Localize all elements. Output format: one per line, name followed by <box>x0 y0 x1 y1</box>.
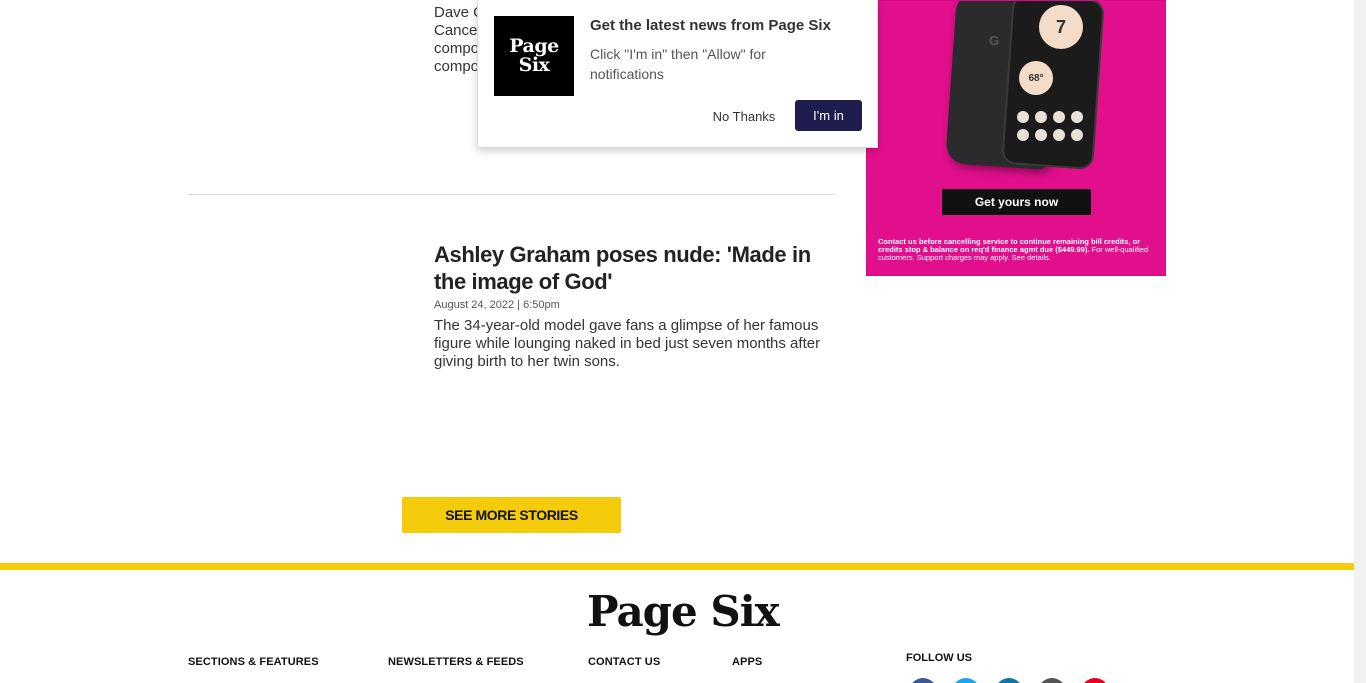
app-icon <box>1017 111 1029 123</box>
follow-us-heading: FOLLOW US <box>906 652 972 664</box>
weather-widget: 68° <box>1019 61 1053 95</box>
footer-heading-contact: CONTACT US <box>588 656 661 668</box>
clock-widget: 7 <box>1039 5 1083 49</box>
social-links <box>909 678 1109 683</box>
footer-accent-bar <box>0 563 1354 570</box>
app-icons <box>1017 111 1083 141</box>
facebook-icon[interactable] <box>909 678 937 683</box>
app-icon <box>1017 129 1029 141</box>
footer-heading-apps: APPS <box>732 656 763 668</box>
app-icon <box>1071 129 1083 141</box>
ad-cta-button[interactable]: Get yours now <box>942 189 1091 215</box>
footer-heading-sections: SECTIONS & FEATURES <box>188 656 319 668</box>
notification-title: Get the latest news from Page Six <box>590 17 831 34</box>
app-icon <box>1035 111 1047 123</box>
footer-heading-newsletters: NEWSLETTERS & FEEDS <box>388 656 524 668</box>
article-title-link[interactable]: Ashley Graham poses nude: 'Made in the i… <box>434 241 834 295</box>
ad-fine-print: Contact us before cancelling service to … <box>878 238 1158 262</box>
instagram-icon[interactable] <box>1038 678 1066 683</box>
page-six-logo: Page Six <box>494 16 574 96</box>
article-excerpt: The 34-year-old model gave fans a glimps… <box>434 317 821 370</box>
app-icon <box>1053 111 1065 123</box>
article-divider <box>188 194 835 195</box>
no-thanks-button[interactable]: No Thanks <box>702 101 786 131</box>
article-date: August 24, 2022 | 6:50pm <box>434 299 560 311</box>
advertisement[interactable]: G 7 68° Get yours now Contact us before … <box>866 0 1166 276</box>
twitter-icon[interactable] <box>952 678 980 683</box>
logo-line: Six <box>518 54 550 76</box>
notification-prompt: Page Six Get the latest news from Page S… <box>477 0 878 148</box>
app-icon <box>1035 129 1047 141</box>
im-in-button[interactable]: I'm in <box>795 100 862 131</box>
footer-logo[interactable]: Page Six <box>587 586 780 638</box>
scrollbar[interactable] <box>1354 0 1366 683</box>
app-icon <box>1053 129 1065 141</box>
linkedin-icon[interactable] <box>995 678 1023 683</box>
app-icon <box>1071 111 1083 123</box>
notification-message: Click "I'm in" then "Allow" for notifica… <box>590 46 766 82</box>
pinterest-icon[interactable] <box>1081 678 1109 683</box>
phone-logo: G <box>989 33 1000 48</box>
see-more-stories-button[interactable]: SEE MORE STORIES <box>402 497 621 533</box>
